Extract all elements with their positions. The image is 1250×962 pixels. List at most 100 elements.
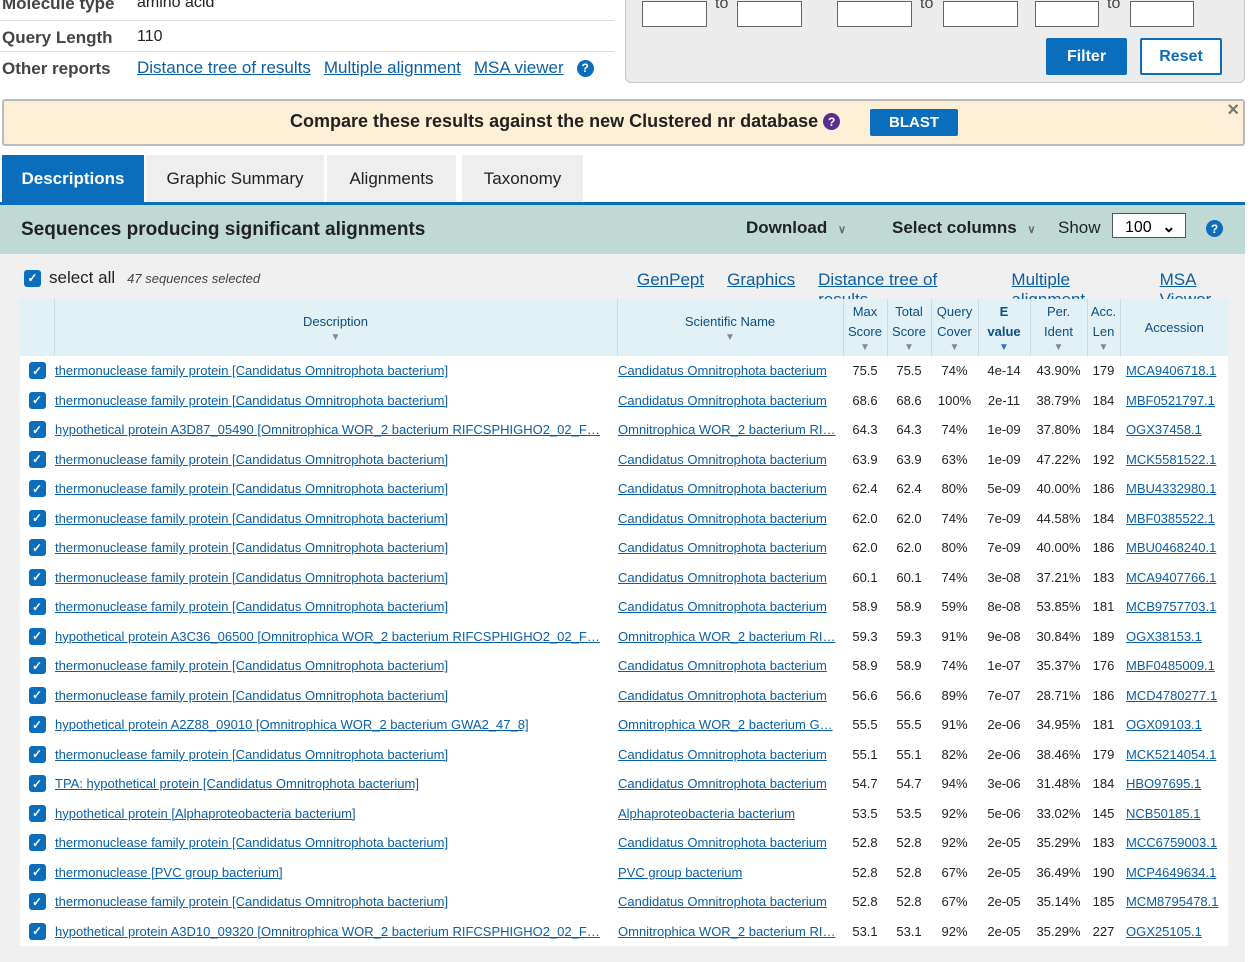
scientific-name-header[interactable]: Scientific Name ▼ <box>616 299 843 356</box>
accession-link[interactable]: MCK5581522.1 <box>1126 452 1216 467</box>
row-checkbox[interactable]: ✓ <box>28 421 46 439</box>
filter-button[interactable]: Filter <box>1046 38 1127 75</box>
filter-min-input-1[interactable] <box>642 1 707 27</box>
accession-link[interactable]: MCA9406718.1 <box>1126 363 1216 378</box>
description-header[interactable]: Description ▼ <box>53 299 617 356</box>
sort-icon[interactable]: ▼ <box>979 342 1030 354</box>
accession-link[interactable]: MBF0521797.1 <box>1126 393 1215 408</box>
tab-descriptions[interactable]: Descriptions <box>2 155 144 202</box>
row-checkbox[interactable]: ✓ <box>28 834 46 852</box>
msa-viewer-link[interactable]: MSA viewer <box>474 58 564 78</box>
scientific-name-link[interactable]: PVC group bacterium <box>618 865 742 880</box>
description-link[interactable]: thermonuclease family protein [Candidatu… <box>55 481 448 496</box>
description-link[interactable]: thermonuclease family protein [Candidatu… <box>55 452 448 467</box>
sort-icon[interactable]: ▼ <box>1088 342 1120 354</box>
row-checkbox[interactable]: ✓ <box>28 539 46 557</box>
accession-link[interactable]: MCD4780277.1 <box>1126 688 1217 703</box>
accession-link[interactable]: MBU0468240.1 <box>1126 540 1216 555</box>
accession-link[interactable]: HBO97695.1 <box>1126 776 1201 791</box>
row-checkbox[interactable]: ✓ <box>28 804 46 822</box>
distance-tree-link[interactable]: Distance tree of results <box>137 58 311 78</box>
scientific-name-link[interactable]: Omnitrophica WOR_2 bacterium RI… <box>618 924 835 939</box>
scientific-name-link[interactable]: Candidatus Omnitrophota bacterium <box>618 570 827 585</box>
row-checkbox[interactable]: ✓ <box>28 568 46 586</box>
select-all-label[interactable]: select all <box>49 268 115 288</box>
row-checkbox[interactable]: ✓ <box>28 627 46 645</box>
scientific-name-link[interactable]: Candidatus Omnitrophota bacterium <box>618 511 827 526</box>
scientific-name-link[interactable]: Candidatus Omnitrophota bacterium <box>618 393 827 408</box>
scientific-name-link[interactable]: Omnitrophica WOR_2 bacterium G… <box>618 717 833 732</box>
filter-min-input-3[interactable] <box>1035 1 1099 27</box>
scientific-name-link[interactable]: Candidatus Omnitrophota bacterium <box>618 452 827 467</box>
help-icon[interactable]: ? <box>823 113 841 130</box>
scientific-name-link[interactable]: Omnitrophica WOR_2 bacterium RI… <box>618 629 835 644</box>
scientific-name-link[interactable]: Candidatus Omnitrophota bacterium <box>618 599 827 614</box>
sort-icon[interactable]: ▼ <box>1031 342 1087 354</box>
description-link[interactable]: thermonuclease family protein [Candidatu… <box>55 747 448 762</box>
download-menu[interactable]: Download ∨ <box>746 218 846 238</box>
description-link[interactable]: hypothetical protein A2Z88_09010 [Omnitr… <box>55 717 529 732</box>
help-icon[interactable]: ? <box>1206 220 1223 237</box>
accession-link[interactable]: MCM8795478.1 <box>1126 894 1219 909</box>
description-link[interactable]: thermonuclease family protein [Candidatu… <box>55 658 448 673</box>
show-count-select[interactable]: 100 ⌄ <box>1112 213 1186 238</box>
multiple-alignment-link[interactable]: Multiple alignment <box>324 58 461 78</box>
sort-icon[interactable]: ▼ <box>844 342 887 354</box>
accession-link[interactable]: OGX37458.1 <box>1126 422 1202 437</box>
select-all-checkbox[interactable]: ✓ <box>24 269 41 287</box>
sort-icon[interactable]: ▼ <box>618 332 843 344</box>
sort-icon[interactable]: ▼ <box>932 342 978 354</box>
e-value-header[interactable]: Evalue ▼ <box>977 299 1030 356</box>
accession-link[interactable]: MCB9757703.1 <box>1126 599 1216 614</box>
select-columns-menu[interactable]: Select columns ∨ <box>892 218 1036 238</box>
max-score-header[interactable]: Max Score ▼ <box>842 299 887 356</box>
sort-icon[interactable]: ▼ <box>55 332 617 344</box>
scientific-name-link[interactable]: Candidatus Omnitrophota bacterium <box>618 835 827 850</box>
scientific-name-link[interactable]: Candidatus Omnitrophota bacterium <box>618 540 827 555</box>
scientific-name-link[interactable]: Candidatus Omnitrophota bacterium <box>618 481 827 496</box>
row-checkbox[interactable]: ✓ <box>28 686 46 704</box>
reset-button[interactable]: Reset <box>1140 38 1222 75</box>
tab-graphic-summary[interactable]: Graphic Summary <box>146 155 324 202</box>
filter-max-input-2[interactable] <box>943 1 1018 27</box>
description-link[interactable]: thermonuclease family protein [Candidatu… <box>55 393 448 408</box>
row-checkbox[interactable]: ✓ <box>28 922 46 940</box>
accession-link[interactable]: MBF0385522.1 <box>1126 511 1215 526</box>
description-link[interactable]: thermonuclease family protein [Candidatu… <box>55 688 448 703</box>
tab-taxonomy[interactable]: Taxonomy <box>462 155 583 202</box>
accession-link[interactable]: MCP4649634.1 <box>1126 865 1216 880</box>
description-link[interactable]: thermonuclease family protein [Candidatu… <box>55 570 448 585</box>
query-cover-header[interactable]: Query Cover ▼ <box>930 299 978 356</box>
help-icon[interactable]: ? <box>576 59 594 77</box>
row-checkbox[interactable]: ✓ <box>28 450 46 468</box>
row-checkbox[interactable]: ✓ <box>28 509 46 527</box>
scientific-name-link[interactable]: Candidatus Omnitrophota bacterium <box>618 747 827 762</box>
scientific-name-link[interactable]: Candidatus Omnitrophota bacterium <box>618 658 827 673</box>
total-score-header[interactable]: Total Score ▼ <box>886 299 931 356</box>
accession-link[interactable]: MBU4332980.1 <box>1126 481 1216 496</box>
row-checkbox[interactable]: ✓ <box>28 657 46 675</box>
scientific-name-link[interactable]: Candidatus Omnitrophota bacterium <box>618 894 827 909</box>
accession-link[interactable]: OGX25105.1 <box>1126 924 1202 939</box>
accession-link[interactable]: NCB50185.1 <box>1126 806 1200 821</box>
row-checkbox[interactable]: ✓ <box>28 775 46 793</box>
description-link[interactable]: thermonuclease family protein [Candidatu… <box>55 835 448 850</box>
description-link[interactable]: hypothetical protein A3D87_05490 [Omnitr… <box>55 422 600 437</box>
acc-len-header[interactable]: Acc. Len ▼ <box>1086 299 1120 356</box>
description-link[interactable]: thermonuclease [PVC group bacterium] <box>55 865 283 880</box>
row-checkbox[interactable]: ✓ <box>28 391 46 409</box>
description-link[interactable]: thermonuclease family protein [Candidatu… <box>55 363 448 378</box>
tab-alignments[interactable]: Alignments <box>327 155 456 202</box>
accession-link[interactable]: MCA9407766.1 <box>1126 570 1216 585</box>
description-link[interactable]: hypothetical protein A3C36_06500 [Omnitr… <box>55 629 600 644</box>
scientific-name-link[interactable]: Omnitrophica WOR_2 bacterium RI… <box>618 422 835 437</box>
scientific-name-link[interactable]: Candidatus Omnitrophota bacterium <box>618 776 827 791</box>
description-link[interactable]: thermonuclease family protein [Candidatu… <box>55 599 448 614</box>
description-link[interactable]: thermonuclease family protein [Candidatu… <box>55 511 448 526</box>
accession-link[interactable]: OGX38153.1 <box>1126 629 1202 644</box>
description-link[interactable]: hypothetical protein A3D10_09320 [Omnitr… <box>55 924 600 939</box>
row-checkbox[interactable]: ✓ <box>28 745 46 763</box>
scientific-name-link[interactable]: Alphaproteobacteria bacterium <box>618 806 795 821</box>
filter-min-input-2[interactable] <box>837 1 912 27</box>
description-link[interactable]: TPA: hypothetical protein [Candidatus Om… <box>55 776 419 791</box>
